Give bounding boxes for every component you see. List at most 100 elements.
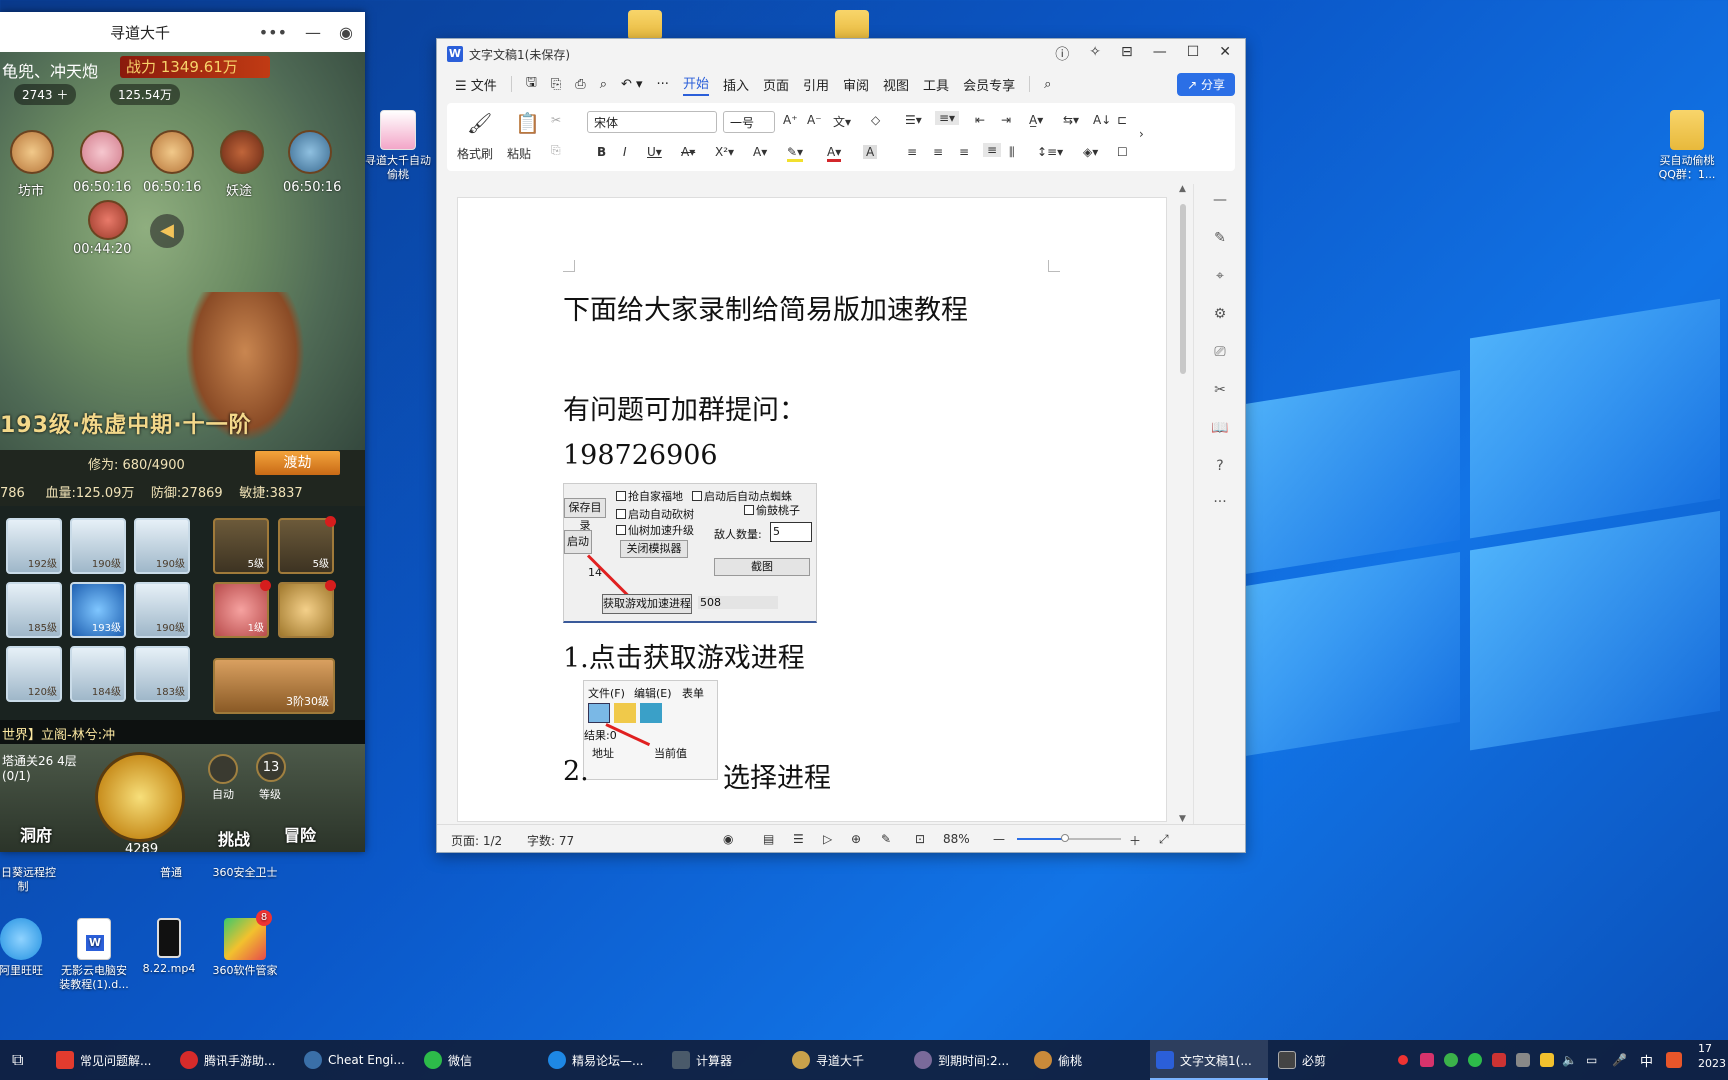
- tool-screenshot-1[interactable]: 保存目录 启动 抢自家福地 启动后自动点蜘蛛 启动自动砍树 偷鼓桃子 仙树加速升…: [563, 483, 817, 623]
- peach-icon[interactable]: [150, 130, 194, 174]
- auto-button[interactable]: [208, 754, 238, 784]
- maximize-icon[interactable]: ☐: [1187, 44, 1200, 64]
- taskbar-item[interactable]: 寻道大千: [792, 1048, 864, 1072]
- show-marks-icon[interactable]: ⊏: [1117, 113, 1127, 127]
- outline-view-icon[interactable]: ☰: [793, 832, 804, 846]
- challenge-button[interactable]: 挑战: [218, 826, 250, 850]
- taskbar-item[interactable]: 偷桃: [1034, 1048, 1082, 1072]
- print-icon[interactable]: ⎙: [575, 77, 585, 92]
- ai-icon[interactable]: ⎚: [1211, 344, 1229, 362]
- sogou-icon[interactable]: [1666, 1048, 1682, 1072]
- distribute-icon[interactable]: ⫼: [1009, 145, 1015, 160]
- equip-slot[interactable]: 190级: [134, 518, 190, 574]
- tab-view[interactable]: 视图: [883, 75, 909, 94]
- align-right-icon[interactable]: ≡: [959, 145, 969, 159]
- tab-review[interactable]: 审阅: [843, 75, 869, 94]
- italic-icon[interactable]: I: [623, 145, 627, 159]
- adjust-icon[interactable]: ⚙: [1211, 306, 1229, 324]
- level-button[interactable]: 13: [256, 752, 286, 782]
- taskbar-item[interactable]: Cheat Engi...: [304, 1048, 405, 1072]
- tab-membership[interactable]: 会员专享: [963, 75, 1015, 94]
- collapse-arrow-icon[interactable]: ◀: [150, 214, 184, 248]
- numbering-icon[interactable]: ≡▾: [935, 111, 960, 125]
- desktop-icon-buy-folder[interactable]: 买自动偷桃 QQ群：1...: [1642, 110, 1728, 182]
- pet-slot[interactable]: 5级: [213, 518, 269, 574]
- equip-slot[interactable]: 183级: [134, 646, 190, 702]
- tower-progress[interactable]: 塔通关26 4层 (0/1): [2, 752, 77, 783]
- cut-icon[interactable]: ✂: [551, 113, 561, 127]
- taskbar-item[interactable]: 腾讯手游助...: [180, 1048, 275, 1072]
- microphone-icon[interactable]: 🎤: [1612, 1048, 1627, 1072]
- superscript-icon[interactable]: X²▾: [715, 145, 734, 159]
- pen-icon[interactable]: ✎: [1211, 230, 1229, 248]
- taskbar-item[interactable]: 精易论坛—...: [548, 1048, 643, 1072]
- equip-slot[interactable]: 120级: [6, 646, 62, 702]
- copy-icon[interactable]: ⎘: [551, 143, 561, 158]
- desktop-icon-sunlogin[interactable]: 向日葵远程控 制: [0, 866, 68, 894]
- taskbar-item[interactable]: 微信: [424, 1048, 472, 1072]
- close-icon[interactable]: ✕: [1219, 44, 1231, 64]
- web-view-icon[interactable]: ⊕: [851, 832, 861, 846]
- preview-icon[interactable]: ⌕: [600, 77, 607, 92]
- format-painter-icon[interactable]: 🖌: [467, 111, 492, 135]
- tab-insert[interactable]: 插入: [723, 75, 749, 94]
- taskbar-item[interactable]: 计算器: [672, 1048, 732, 1072]
- tab-references[interactable]: 引用: [803, 75, 829, 94]
- document-page[interactable]: 下面给大家录制给简易版加速教程 有问题可加群提问： 198726906 保存目录…: [457, 197, 1167, 822]
- pet-slot[interactable]: 1级: [213, 580, 271, 638]
- zoom-slider-thumb[interactable]: [1061, 834, 1069, 842]
- font-color-icon[interactable]: A▾: [827, 145, 842, 162]
- text-direction-icon[interactable]: ⇆▾: [1063, 113, 1079, 127]
- tray-record-icon[interactable]: [1398, 1048, 1408, 1072]
- sort-icon[interactable]: A↓: [1093, 113, 1111, 127]
- wps-writer-window[interactable]: W 文字文稿1(未保存) ⓘ ✧ ⊟ — ☐ ✕ ☰ 文件 🖫 ⎘ ⎙ ⌕ ↶ …: [436, 38, 1246, 853]
- close-target-icon[interactable]: ◉: [339, 23, 353, 42]
- bullets-icon[interactable]: ☰▾: [905, 113, 922, 127]
- export-icon[interactable]: ⎘: [551, 77, 561, 92]
- dujie-button[interactable]: 渡劫: [255, 451, 340, 475]
- equip-slot[interactable]: 193级: [70, 582, 126, 638]
- indent-icon[interactable]: ⇥: [1001, 113, 1011, 127]
- align-center-icon[interactable]: ≡: [933, 145, 943, 159]
- tray-app-icon[interactable]: [1516, 1048, 1530, 1072]
- item-icon[interactable]: [88, 200, 128, 240]
- equip-slot[interactable]: 185级: [6, 582, 62, 638]
- more-icon[interactable]: ···: [1211, 494, 1229, 512]
- temple-icon[interactable]: [288, 130, 332, 174]
- market-icon[interactable]: [10, 130, 54, 174]
- help-icon[interactable]: ?: [1211, 458, 1229, 476]
- grow-font-icon[interactable]: A⁺: [783, 113, 798, 127]
- adventure-button[interactable]: 冒险: [284, 822, 316, 846]
- equip-slot[interactable]: 190级: [70, 518, 126, 574]
- scroll-down-icon[interactable]: ▼: [1179, 814, 1186, 824]
- zoom-slider[interactable]: [1017, 834, 1121, 842]
- input-method[interactable]: 中: [1640, 1048, 1653, 1072]
- font-size-select[interactable]: 一号: [723, 111, 775, 133]
- tray-app-icon[interactable]: [1492, 1048, 1506, 1072]
- strikethrough-icon[interactable]: A▾: [681, 145, 695, 159]
- taskbar-item[interactable]: 常见问题解...: [56, 1048, 151, 1072]
- info-icon[interactable]: ⓘ: [1055, 44, 1069, 64]
- undo-icon[interactable]: ↶ ▾: [621, 77, 643, 92]
- share-button[interactable]: ↗ 分享: [1177, 72, 1235, 96]
- dongfu-button[interactable]: 洞府: [20, 822, 52, 846]
- underline-icon[interactable]: U▾: [647, 145, 662, 159]
- pin-icon[interactable]: ✧: [1089, 44, 1101, 64]
- border-icon[interactable]: ☐: [1117, 145, 1128, 159]
- collapse-icon[interactable]: —: [1211, 192, 1229, 210]
- task-view-icon[interactable]: ⧉: [12, 1048, 23, 1072]
- world-chat[interactable]: 世界】立阁-林兮:冲: [0, 720, 365, 744]
- minimize-icon[interactable]: —: [305, 23, 321, 42]
- tab-tools[interactable]: 工具: [923, 75, 949, 94]
- desktop-icon-360[interactable]: 360安全卫士: [200, 866, 290, 880]
- taskbar-item[interactable]: 文字文稿1(...: [1156, 1048, 1252, 1072]
- zoom-out-icon[interactable]: —: [993, 832, 1005, 846]
- save-icon[interactable]: 🖫: [526, 73, 537, 95]
- volume-icon[interactable]: 🔈: [1562, 1048, 1577, 1072]
- justify-icon[interactable]: ≡: [983, 143, 1002, 157]
- tray-app-icon[interactable]: [1420, 1048, 1434, 1072]
- minimize-icon[interactable]: —: [1153, 44, 1167, 64]
- char-shading-icon[interactable]: A: [863, 145, 878, 159]
- shading-icon[interactable]: ◈▾: [1083, 145, 1098, 159]
- more-icon[interactable]: ···: [657, 77, 669, 92]
